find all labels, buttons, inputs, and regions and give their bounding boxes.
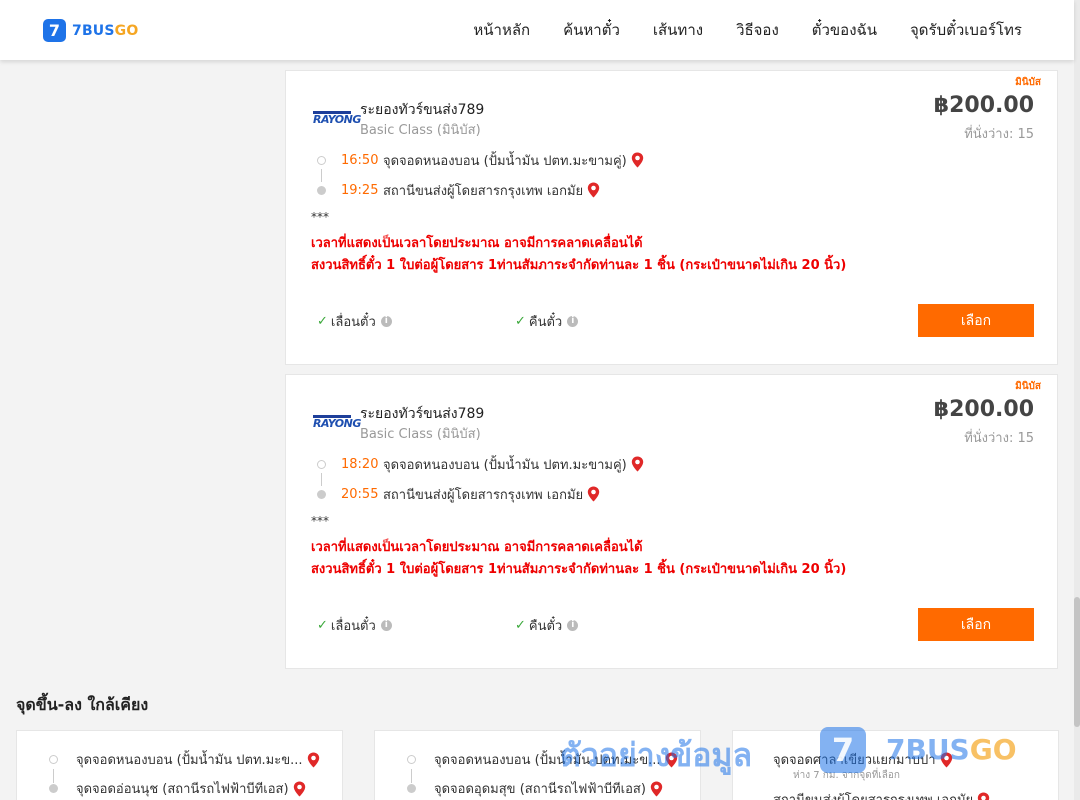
service-class: Basic Class (มินิบัส) [360, 427, 481, 442]
ticket-price: ฿200.00 [933, 93, 1034, 118]
reschedule-policy: ✓ เลื่อนตั๋ว i [317, 311, 392, 332]
departure-stop: 16:50 จุดจอดหนองบอน (ปั้มน้ำมัน ปตท.มะขา… [317, 150, 644, 170]
trip-card: มินิบัส RAYONG ระยองทัวร์ขนส่ง789 Basic … [285, 70, 1058, 365]
arrival-stop-name: สถานีขนส่งผู้โดยสารกรุงเทพ เอกมัย [383, 183, 584, 199]
nav-home[interactable]: หน้าหลัก [473, 18, 530, 42]
sample-data-watermark: ตัวอย่างข้อมูล [560, 736, 753, 774]
map-pin-icon[interactable] [293, 781, 306, 797]
nav-my-tickets[interactable]: ตั๋วของฉัน [812, 18, 877, 42]
map-pin-icon[interactable] [587, 182, 600, 198]
origin-dot-icon [407, 755, 416, 764]
page-scrollbar[interactable] [1074, 0, 1080, 800]
nav-how-to-book[interactable]: วิธีจอง [736, 18, 779, 42]
departure-stop: 18:20 จุดจอดหนองบอน (ปั้มน้ำมัน ปตท.มะขา… [317, 454, 644, 474]
map-pin-icon[interactable] [587, 486, 600, 502]
nearby-to-stop: จุดจอดอ่อนนุช (สถานีรถไฟฟ้าบีทีเอส) [49, 778, 306, 799]
service-class: Basic Class (มินิบัส) [360, 123, 481, 138]
notice-luggage-policy: สงวนสิทธิ์ตั๋ว 1 ใบต่อผู้โดยสาร 1ท่านสัม… [311, 258, 847, 273]
ticket-price: ฿200.00 [933, 397, 1034, 422]
destination-dot-icon [317, 489, 326, 499]
check-icon: ✓ [317, 314, 328, 329]
arrival-stop: 20:55 สถานีขนส่งผู้โดยสารกรุงเทพ เอกมัย [317, 484, 600, 504]
trip-card: มินิบัส RAYONG ระยองทัวร์ขนส่ง789 Basic … [285, 374, 1058, 669]
reschedule-policy: ✓ เลื่อนตั๋ว i [317, 615, 392, 636]
refund-label: คืนตั๋ว [528, 619, 563, 634]
seats-available: ที่นั่งว่าง: 15 [964, 127, 1034, 142]
main-nav: หน้าหลัก ค้นหาตั๋ว เส้นทาง วิธีจอง ตั๋วข… [440, 0, 1022, 60]
nav-routes[interactable]: เส้นทาง [653, 18, 703, 42]
refund-policy: ✓ คืนตั๋ว i [515, 311, 579, 332]
nav-search-ticket[interactable]: ค้นหาตั๋ว [563, 18, 620, 42]
vehicle-type-badge: มินิบัส [1015, 77, 1041, 88]
operator-name: ระยองทัวร์ขนส่ง789 [360, 102, 485, 118]
nearby-from-stop: จุดจอดหนองบอน (ปั้มน้ำมัน ปตท.มะข... [49, 749, 320, 770]
arrival-time: 20:55 [341, 486, 379, 502]
map-pin-icon[interactable] [977, 792, 990, 800]
note-stars: *** [311, 210, 329, 224]
select-trip-button[interactable]: เลือก [918, 608, 1034, 641]
check-icon: ✓ [515, 618, 526, 633]
refund-policy: ✓ คืนตั๋ว i [515, 615, 579, 636]
map-pin-icon[interactable] [650, 781, 663, 797]
notice-luggage-policy: สงวนสิทธิ์ตั๋ว 1 ใบต่อผู้โดยสาร 1ท่านสัม… [311, 562, 847, 577]
operator-logo: RAYONG [313, 415, 361, 430]
nav-pickup-contact[interactable]: จุดรับตั๋วเบอร์โทร [910, 18, 1022, 42]
nearby-route-card[interactable]: จุดจอดหนองบอน (ปั้มน้ำมัน ปตท.มะข... จุด… [16, 730, 343, 800]
departure-stop-name: จุดจอดหนองบอน (ปั้มน้ำมัน ปตท.มะขามคู่) [383, 153, 627, 169]
notice-time-estimate: เวลาที่แสดงเป็นเวลาโดยประมาณ อาจมีการคลา… [311, 236, 643, 251]
operator-name: ระยองทัวร์ขนส่ง789 [360, 406, 485, 422]
seats-available: ที่นั่งว่าง: 15 [964, 431, 1034, 446]
note-stars: *** [311, 514, 329, 528]
reschedule-label: เลื่อนตั๋ว [330, 315, 376, 330]
info-icon[interactable]: i [380, 316, 392, 327]
destination-dot-icon [317, 185, 326, 195]
operator-logo: RAYONG [313, 111, 361, 126]
check-icon: ✓ [515, 314, 526, 329]
destination-dot-icon [407, 784, 416, 793]
top-header: 7 7BUSGO หน้าหลัก ค้นหาตั๋ว เส้นทาง วิธี… [0, 0, 1074, 60]
check-icon: ✓ [317, 618, 328, 633]
origin-dot-icon [317, 155, 326, 165]
info-icon[interactable]: i [567, 620, 579, 631]
destination-dot-icon [49, 784, 58, 793]
select-trip-button[interactable]: เลือก [918, 304, 1034, 337]
origin-dot-icon [49, 755, 58, 764]
refund-label: คืนตั๋ว [528, 315, 563, 330]
map-pin-icon[interactable] [307, 752, 320, 768]
arrival-time: 19:25 [341, 182, 379, 198]
vehicle-type-badge: มินิบัส [1015, 381, 1041, 392]
departure-time: 16:50 [341, 152, 379, 168]
watermark-brand: 7BUSGO [886, 733, 1017, 766]
info-icon[interactable]: i [567, 316, 579, 327]
map-pin-icon[interactable] [631, 152, 644, 168]
scrollbar-thumb[interactable] [1074, 597, 1080, 727]
origin-dot-icon [317, 459, 326, 469]
logo-badge: 7 [43, 19, 66, 42]
watermark-logo-badge: 7 [820, 727, 866, 773]
nearby-to-stop: สถานีขนส่งผู้โดยสารกรุงเทพ เอกมัย [773, 789, 990, 800]
reschedule-label: เลื่อนตั๋ว [330, 619, 376, 634]
departure-stop-name: จุดจอดหนองบอน (ปั้มน้ำมัน ปตท.มะขามคู่) [383, 457, 627, 473]
arrival-stop-name: สถานีขนส่งผู้โดยสารกรุงเทพ เอกมัย [383, 487, 584, 503]
nearby-stops-title: จุดขึ้น-ลง ใกล้เคียง [16, 695, 149, 714]
site-logo[interactable]: 7 7BUSGO [43, 19, 138, 42]
departure-time: 18:20 [341, 456, 379, 472]
nearby-to-stop: จุดจอดอุดมสุข (สถานีรถไฟฟ้าบีทีเอส) [407, 778, 663, 799]
arrival-stop: 19:25 สถานีขนส่งผู้โดยสารกรุงเทพ เอกมัย [317, 180, 600, 200]
logo-wordmark: 7BUSGO [72, 22, 139, 39]
info-icon[interactable]: i [380, 620, 392, 631]
map-pin-icon[interactable] [631, 456, 644, 472]
notice-time-estimate: เวลาที่แสดงเป็นเวลาโดยประมาณ อาจมีการคลา… [311, 540, 643, 555]
